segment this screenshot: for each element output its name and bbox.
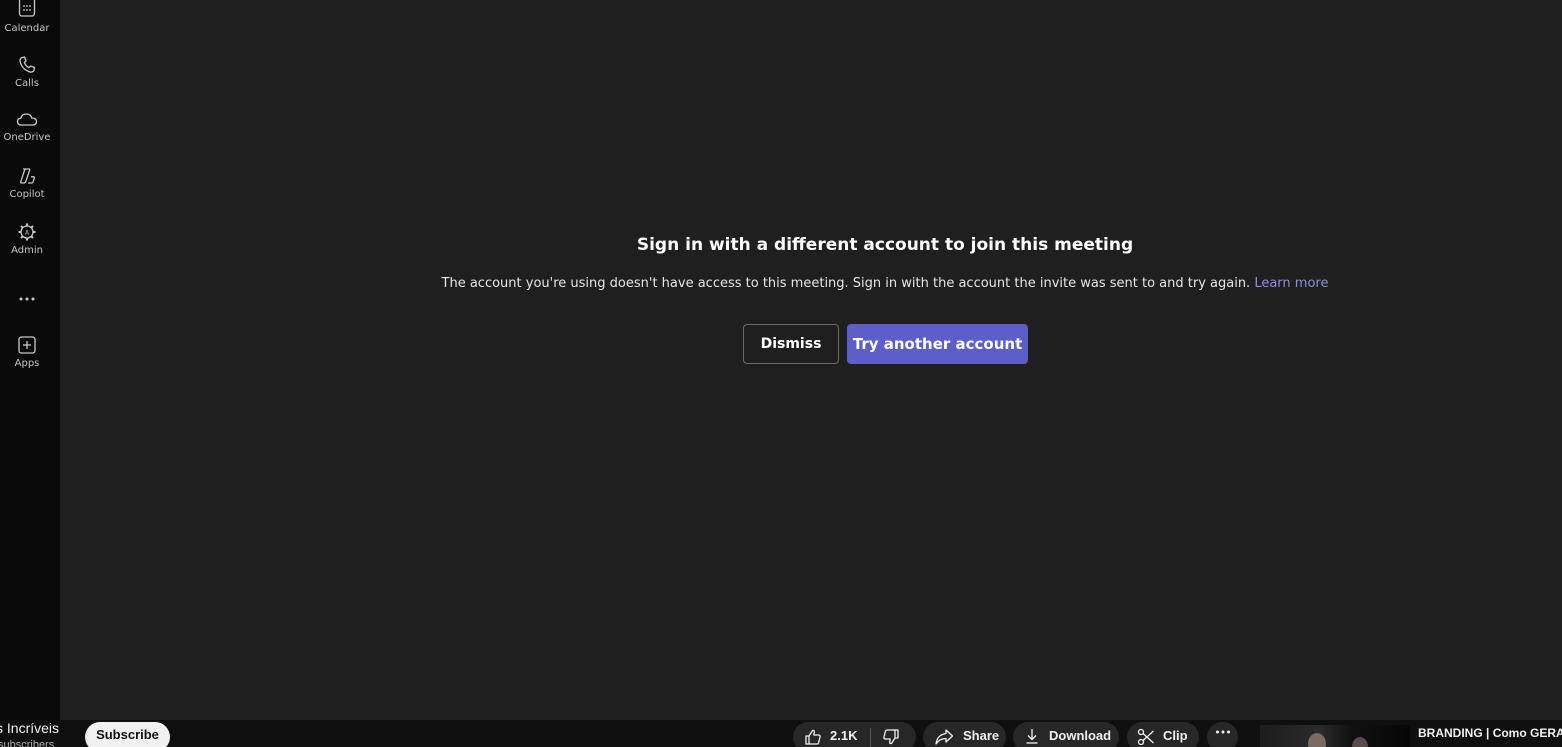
calendar-icon <box>17 0 37 20</box>
next-video-thumbnail[interactable] <box>1260 725 1410 747</box>
more-actions-button[interactable] <box>1207 722 1238 747</box>
phone-icon <box>17 55 37 75</box>
download-button[interactable]: Download <box>1013 722 1119 747</box>
rail-label-calendar: Calendar <box>4 23 50 34</box>
like-button[interactable]: 2.1K <box>793 728 857 746</box>
rail-item-onedrive[interactable]: OneDrive <box>0 111 54 159</box>
dialog-message: The account you're using doesn't have ac… <box>60 276 1562 291</box>
thumbs-down-icon <box>882 728 900 746</box>
app-rail: Calendar Calls OneDrive Copilot A Admin <box>0 0 60 720</box>
more-horizontal-icon <box>1215 730 1231 734</box>
rail-label-onedrive: OneDrive <box>3 132 51 143</box>
teams-window: Calendar Calls OneDrive Copilot A Admin <box>0 0 1562 720</box>
admin-gear-icon: A <box>17 222 37 242</box>
clip-button[interactable]: Clip <box>1127 722 1199 747</box>
thumbnail-person <box>1352 737 1368 747</box>
rail-label-apps: Apps <box>14 358 40 369</box>
next-video-title[interactable]: BRANDING | Como GERAR <box>1418 726 1562 740</box>
channel-subscriber-count: subscribers <box>0 739 55 747</box>
share-arrow-icon <box>934 728 954 746</box>
cloud-icon <box>16 111 38 129</box>
thumbnail-person <box>1308 733 1326 747</box>
rail-item-apps[interactable]: Apps <box>0 335 54 383</box>
youtube-action-bar: s Incríveis subscribers Subscribe 2.1K S… <box>0 720 1562 747</box>
more-horizontal-icon <box>18 287 36 306</box>
dialog-message-text: The account you're using doesn't have ac… <box>441 276 1251 291</box>
like-dislike-group: 2.1K <box>793 722 916 747</box>
try-another-account-button[interactable]: Try another account <box>847 324 1028 364</box>
download-label: Download <box>1049 728 1112 743</box>
rail-label-calls: Calls <box>15 78 39 89</box>
sign-in-dialog: Sign in with a different account to join… <box>60 0 1562 720</box>
scissors-icon <box>1137 728 1155 746</box>
channel-name[interactable]: s Incríveis <box>0 720 59 736</box>
rail-item-calendar[interactable]: Calendar <box>0 0 54 48</box>
svg-text:A: A <box>25 230 30 237</box>
rail-label-copilot: Copilot <box>9 189 45 200</box>
rail-item-calls[interactable]: Calls <box>0 55 54 103</box>
rail-label-admin: Admin <box>11 245 43 256</box>
share-button[interactable]: Share <box>923 722 1006 747</box>
add-apps-icon <box>17 335 37 355</box>
dismiss-button[interactable]: Dismiss <box>743 324 839 364</box>
subscribe-button[interactable]: Subscribe <box>85 722 170 747</box>
copilot-icon <box>17 166 37 186</box>
thumbs-up-icon <box>804 728 822 746</box>
dislike-button[interactable] <box>871 728 900 746</box>
like-count: 2.1K <box>830 728 858 743</box>
clip-label: Clip <box>1163 728 1188 743</box>
dialog-title: Sign in with a different account to join… <box>636 235 1134 255</box>
rail-more-button[interactable] <box>0 284 54 308</box>
share-label: Share <box>963 728 1000 743</box>
rail-item-admin[interactable]: A Admin <box>0 222 54 270</box>
rail-item-copilot[interactable]: Copilot <box>0 166 54 214</box>
download-icon <box>1025 728 1039 744</box>
learn-more-link[interactable]: Learn more <box>1254 276 1328 291</box>
